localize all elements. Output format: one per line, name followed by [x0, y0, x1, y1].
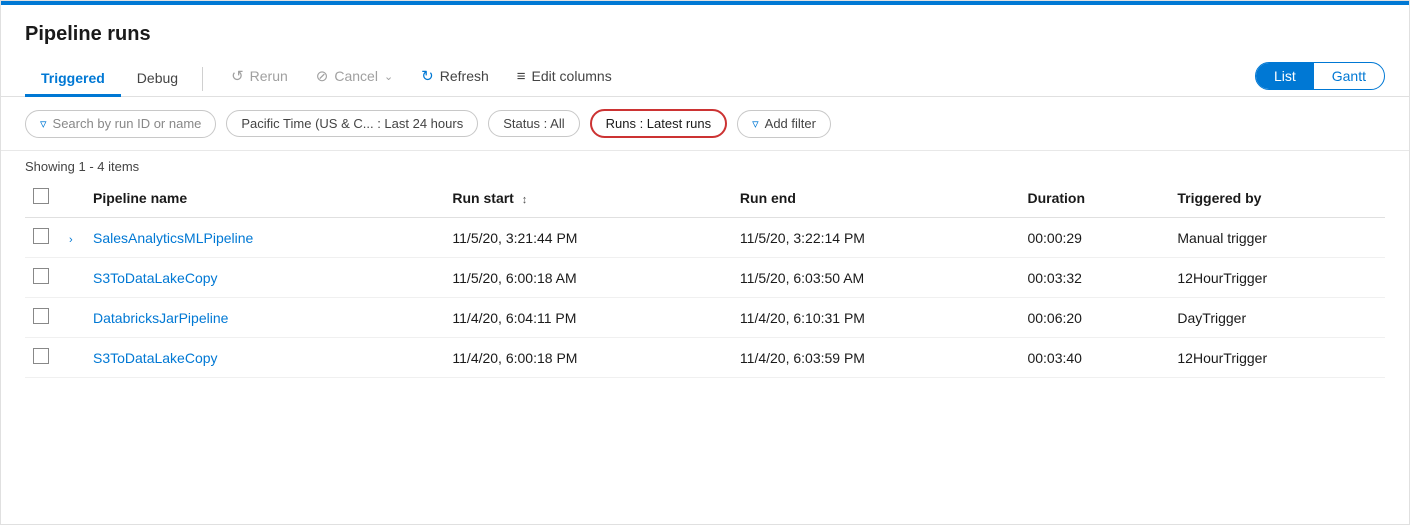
- header-checkbox-col: [25, 178, 61, 218]
- run-end-cell: 11/5/20, 3:22:14 PM: [732, 218, 1020, 258]
- triggered-by-cell: DayTrigger: [1169, 298, 1385, 338]
- table-row: S3ToDataLakeCopy 11/4/20, 6:00:18 PM11/4/…: [25, 338, 1385, 378]
- duration-cell: 00:06:20: [1019, 298, 1169, 338]
- row-expand-cell: [61, 338, 85, 378]
- row-checkbox[interactable]: [33, 348, 49, 364]
- header-pipeline-name: Pipeline name: [85, 178, 444, 218]
- edit-columns-button[interactable]: ≡ Edit columns: [505, 63, 624, 90]
- row-expand-cell: [61, 258, 85, 298]
- triggered-by-cell: Manual trigger: [1169, 218, 1385, 258]
- add-filter-icon: ▿: [752, 116, 759, 132]
- page-container: Pipeline runs Triggered Debug ↺ Rerun ⊘ …: [0, 0, 1410, 525]
- expand-chevron-icon[interactable]: ›: [69, 234, 73, 246]
- tab-debug[interactable]: Debug: [121, 62, 194, 97]
- row-checkbox[interactable]: [33, 268, 49, 284]
- duration-cell: 00:03:32: [1019, 258, 1169, 298]
- pipeline-name-link[interactable]: S3ToDataLakeCopy: [93, 350, 218, 366]
- run-end-cell: 11/5/20, 6:03:50 AM: [732, 258, 1020, 298]
- search-filter[interactable]: ▿ Search by run ID or name: [25, 110, 216, 138]
- table-row: DatabricksJarPipeline 11/4/20, 6:04:11 PM…: [25, 298, 1385, 338]
- refresh-button[interactable]: ↻ Refresh: [409, 62, 501, 90]
- gantt-view-button[interactable]: Gantt: [1314, 63, 1384, 89]
- pipeline-name-cell: S3ToDataLakeCopy: [85, 338, 444, 378]
- pipeline-name-cell: DatabricksJarPipeline: [85, 298, 444, 338]
- duration-cell: 00:03:40: [1019, 338, 1169, 378]
- header-duration: Duration: [1019, 178, 1169, 218]
- columns-icon: ≡: [517, 68, 526, 85]
- rerun-icon: ↺: [231, 67, 244, 85]
- duration-cell: 00:00:29: [1019, 218, 1169, 258]
- toolbar: Triggered Debug ↺ Rerun ⊘ Cancel ⌄ ↻ Ref…: [1, 56, 1409, 97]
- row-expand-cell: [61, 298, 85, 338]
- pipeline-name-cell: S3ToDataLakeCopy: [85, 258, 444, 298]
- cancel-dropdown-icon: ⌄: [384, 70, 393, 83]
- table-row: › SalesAnalyticsMLPipeline 11/5/20, 3:21:4…: [25, 218, 1385, 258]
- runs-filter[interactable]: Runs : Latest runs: [590, 109, 728, 138]
- search-placeholder: Search by run ID or name: [53, 116, 202, 131]
- table-container: Pipeline name Run start ↕ Run end Durati…: [1, 178, 1409, 378]
- table-header-row: Pipeline name Run start ↕ Run end Durati…: [25, 178, 1385, 218]
- row-expand-cell: ›: [61, 218, 85, 258]
- run-start-cell: 11/4/20, 6:00:18 PM: [444, 338, 732, 378]
- row-checkbox[interactable]: [33, 308, 49, 324]
- pipeline-runs-table: Pipeline name Run start ↕ Run end Durati…: [25, 178, 1385, 378]
- cancel-icon: ⊘: [316, 67, 329, 85]
- filter-icon: ▿: [40, 116, 47, 132]
- row-checkbox[interactable]: [33, 228, 49, 244]
- rerun-button[interactable]: ↺ Rerun: [219, 62, 300, 90]
- list-view-button[interactable]: List: [1256, 63, 1314, 89]
- filter-bar: ▿ Search by run ID or name Pacific Time …: [1, 97, 1409, 151]
- pipeline-name-link[interactable]: DatabricksJarPipeline: [93, 310, 228, 326]
- row-checkbox-cell: [25, 298, 61, 338]
- row-checkbox-cell: [25, 338, 61, 378]
- pipeline-name-link[interactable]: S3ToDataLakeCopy: [93, 270, 218, 286]
- header-run-end: Run end: [732, 178, 1020, 218]
- row-checkbox-cell: [25, 258, 61, 298]
- add-filter-button[interactable]: ▿ Add filter: [737, 110, 831, 138]
- refresh-icon: ↻: [421, 67, 434, 85]
- run-start-cell: 11/5/20, 6:00:18 AM: [444, 258, 732, 298]
- table-row: S3ToDataLakeCopy 11/5/20, 6:00:18 AM11/5/…: [25, 258, 1385, 298]
- table-body: › SalesAnalyticsMLPipeline 11/5/20, 3:21:4…: [25, 218, 1385, 378]
- triggered-by-cell: 12HourTrigger: [1169, 338, 1385, 378]
- cancel-button[interactable]: ⊘ Cancel ⌄: [304, 62, 405, 90]
- triggered-by-cell: 12HourTrigger: [1169, 258, 1385, 298]
- header-expand-col: [61, 178, 85, 218]
- tab-triggered[interactable]: Triggered: [25, 62, 121, 97]
- pipeline-name-cell: SalesAnalyticsMLPipeline: [85, 218, 444, 258]
- header-triggered-by: Triggered by: [1169, 178, 1385, 218]
- view-toggle: List Gantt: [1255, 62, 1385, 90]
- run-start-cell: 11/4/20, 6:04:11 PM: [444, 298, 732, 338]
- pipeline-name-link[interactable]: SalesAnalyticsMLPipeline: [93, 230, 253, 246]
- showing-text: Showing 1 - 4 items: [1, 151, 1409, 178]
- run-end-cell: 11/4/20, 6:03:59 PM: [732, 338, 1020, 378]
- run-end-cell: 11/4/20, 6:10:31 PM: [732, 298, 1020, 338]
- tab-divider: [202, 67, 203, 91]
- page-title: Pipeline runs: [1, 5, 1409, 56]
- time-filter[interactable]: Pacific Time (US & C... : Last 24 hours: [226, 110, 478, 137]
- toolbar-actions: ↺ Rerun ⊘ Cancel ⌄ ↻ Refresh ≡ Edit colu…: [219, 62, 624, 96]
- sort-icon: ↕: [522, 194, 528, 206]
- header-run-start[interactable]: Run start ↕: [444, 178, 732, 218]
- run-start-cell: 11/5/20, 3:21:44 PM: [444, 218, 732, 258]
- row-checkbox-cell: [25, 218, 61, 258]
- header-checkbox[interactable]: [33, 188, 49, 204]
- status-filter[interactable]: Status : All: [488, 110, 579, 137]
